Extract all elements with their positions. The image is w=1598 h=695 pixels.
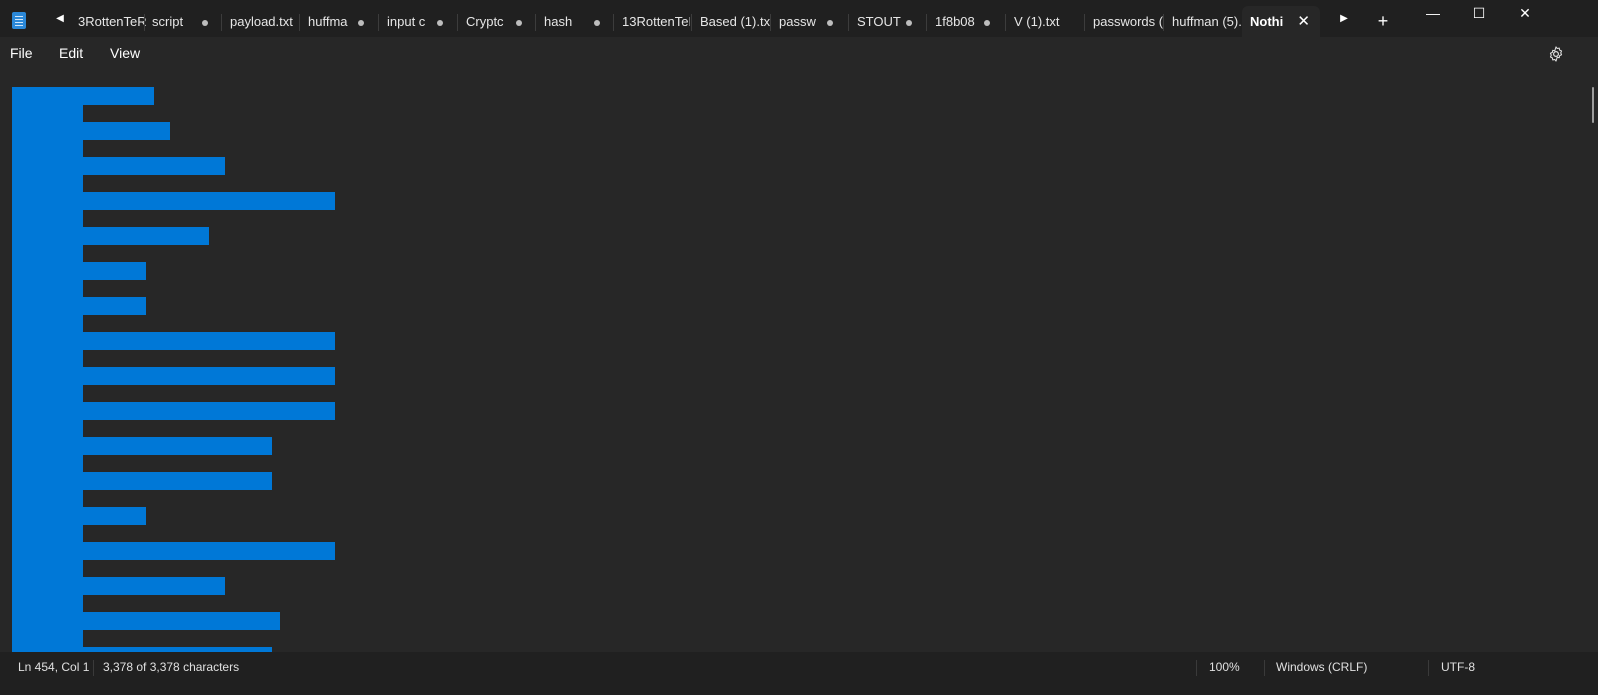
- close-tab-icon[interactable]: ✕: [1297, 6, 1310, 37]
- tab-stout[interactable]: STOUT: [849, 6, 925, 37]
- tab-label: huffma: [308, 14, 348, 29]
- selected-line: [83, 87, 154, 105]
- selected-line: [83, 297, 146, 315]
- tab-huffman5[interactable]: huffman (5).t: [1164, 6, 1242, 37]
- tab-based[interactable]: Based (1).txt: [692, 6, 770, 37]
- text-selection: [12, 87, 362, 652]
- selected-line: [83, 332, 335, 350]
- close-window-button[interactable]: ✕: [1502, 0, 1548, 28]
- tab-payload[interactable]: payload.txt: [222, 6, 298, 37]
- selected-line: [83, 192, 335, 210]
- selected-line: [83, 122, 170, 140]
- cursor-position: Ln 454, Col 1: [18, 660, 90, 674]
- menu-file[interactable]: File: [10, 37, 33, 70]
- selected-line: [83, 157, 225, 175]
- tab-nothing-active[interactable]: Nothi ✕: [1242, 6, 1320, 37]
- tab-label: script: [152, 14, 184, 29]
- zoom-level[interactable]: 100%: [1209, 652, 1240, 682]
- tab-hash[interactable]: hash: [536, 6, 612, 37]
- tab-label: 3RottenTeR: [78, 14, 146, 29]
- selected-line: [83, 227, 209, 245]
- menu-edit[interactable]: Edit: [59, 37, 83, 70]
- selection-block: [12, 87, 83, 652]
- status-separator: [1264, 660, 1265, 676]
- vertical-scrollbar[interactable]: [1592, 87, 1594, 123]
- tab-passwords1[interactable]: passwords (1: [1085, 6, 1163, 37]
- line-ending[interactable]: Windows (CRLF): [1276, 652, 1367, 682]
- tab-script[interactable]: script: [144, 6, 220, 37]
- gear-icon[interactable]: [1547, 45, 1565, 63]
- unsaved-dot-icon: [827, 20, 833, 26]
- tab-label: 1f8b08: [935, 14, 975, 29]
- scroll-tabs-left-button[interactable]: ◀: [52, 11, 68, 27]
- selected-line: [83, 437, 272, 455]
- tab-1f8b08[interactable]: 1f8b08: [927, 6, 1003, 37]
- unsaved-dot-icon: [202, 20, 208, 26]
- menu-view[interactable]: View: [110, 37, 140, 70]
- text-editor[interactable]: [0, 70, 1598, 652]
- tab-3rottenter[interactable]: 3RottenTeR: [70, 6, 146, 37]
- tab-input[interactable]: input c: [379, 6, 455, 37]
- tab-label: passwords (1: [1093, 14, 1163, 29]
- selected-line: [83, 402, 335, 420]
- tab-label: hash: [544, 14, 573, 29]
- selected-line: [83, 507, 146, 525]
- unsaved-dot-icon: [984, 20, 990, 26]
- tab-label: V (1).txt: [1014, 14, 1060, 29]
- scroll-tabs-right-button[interactable]: ▶: [1336, 11, 1352, 27]
- status-separator: [1428, 660, 1429, 676]
- notepad-icon: [12, 12, 26, 29]
- tab-label: Based (1).txt: [700, 14, 770, 29]
- status-separator: [1196, 660, 1197, 676]
- selected-line: [83, 612, 280, 630]
- tab-huffma[interactable]: huffma: [300, 6, 376, 37]
- unsaved-dot-icon: [594, 20, 600, 26]
- status-separator: [93, 660, 94, 676]
- title-bar: ◀ 3RottenTeR script payload.txt huffma i…: [0, 0, 1598, 37]
- tab-passw[interactable]: passw: [771, 6, 847, 37]
- selected-line: [83, 472, 272, 490]
- selected-line: [83, 367, 335, 385]
- menu-bar: File Edit View: [0, 37, 1598, 70]
- tab-label: 13RottenTeR: [622, 14, 690, 29]
- encoding[interactable]: UTF-8: [1441, 652, 1475, 682]
- tab-label: passw: [779, 14, 816, 29]
- character-count: 3,378 of 3,378 characters: [103, 660, 240, 674]
- status-bar: Ln 454, Col 1 3,378 of 3,378 characters …: [0, 652, 1598, 695]
- unsaved-dot-icon: [516, 20, 522, 26]
- tab-13rottenter[interactable]: 13RottenTeR: [614, 6, 690, 37]
- tab-crypto[interactable]: Cryptc: [458, 6, 534, 37]
- selected-line: [83, 542, 335, 560]
- tab-label: Cryptc: [466, 14, 504, 29]
- tab-label: Nothi: [1250, 14, 1284, 29]
- maximize-button[interactable]: ☐: [1456, 0, 1502, 28]
- tab-v1[interactable]: V (1).txt: [1006, 6, 1082, 37]
- unsaved-dot-icon: [906, 20, 912, 26]
- tab-label: input c: [387, 14, 426, 29]
- new-tab-button[interactable]: +: [1372, 6, 1394, 36]
- unsaved-dot-icon: [437, 20, 443, 26]
- tab-label: payload.txt: [230, 14, 293, 29]
- minimize-button[interactable]: —: [1410, 0, 1456, 28]
- tab-label: STOUT: [857, 14, 901, 29]
- tab-label: huffman (5).t: [1172, 14, 1242, 29]
- unsaved-dot-icon: [358, 20, 364, 26]
- selected-line: [83, 577, 225, 595]
- selected-line: [83, 262, 146, 280]
